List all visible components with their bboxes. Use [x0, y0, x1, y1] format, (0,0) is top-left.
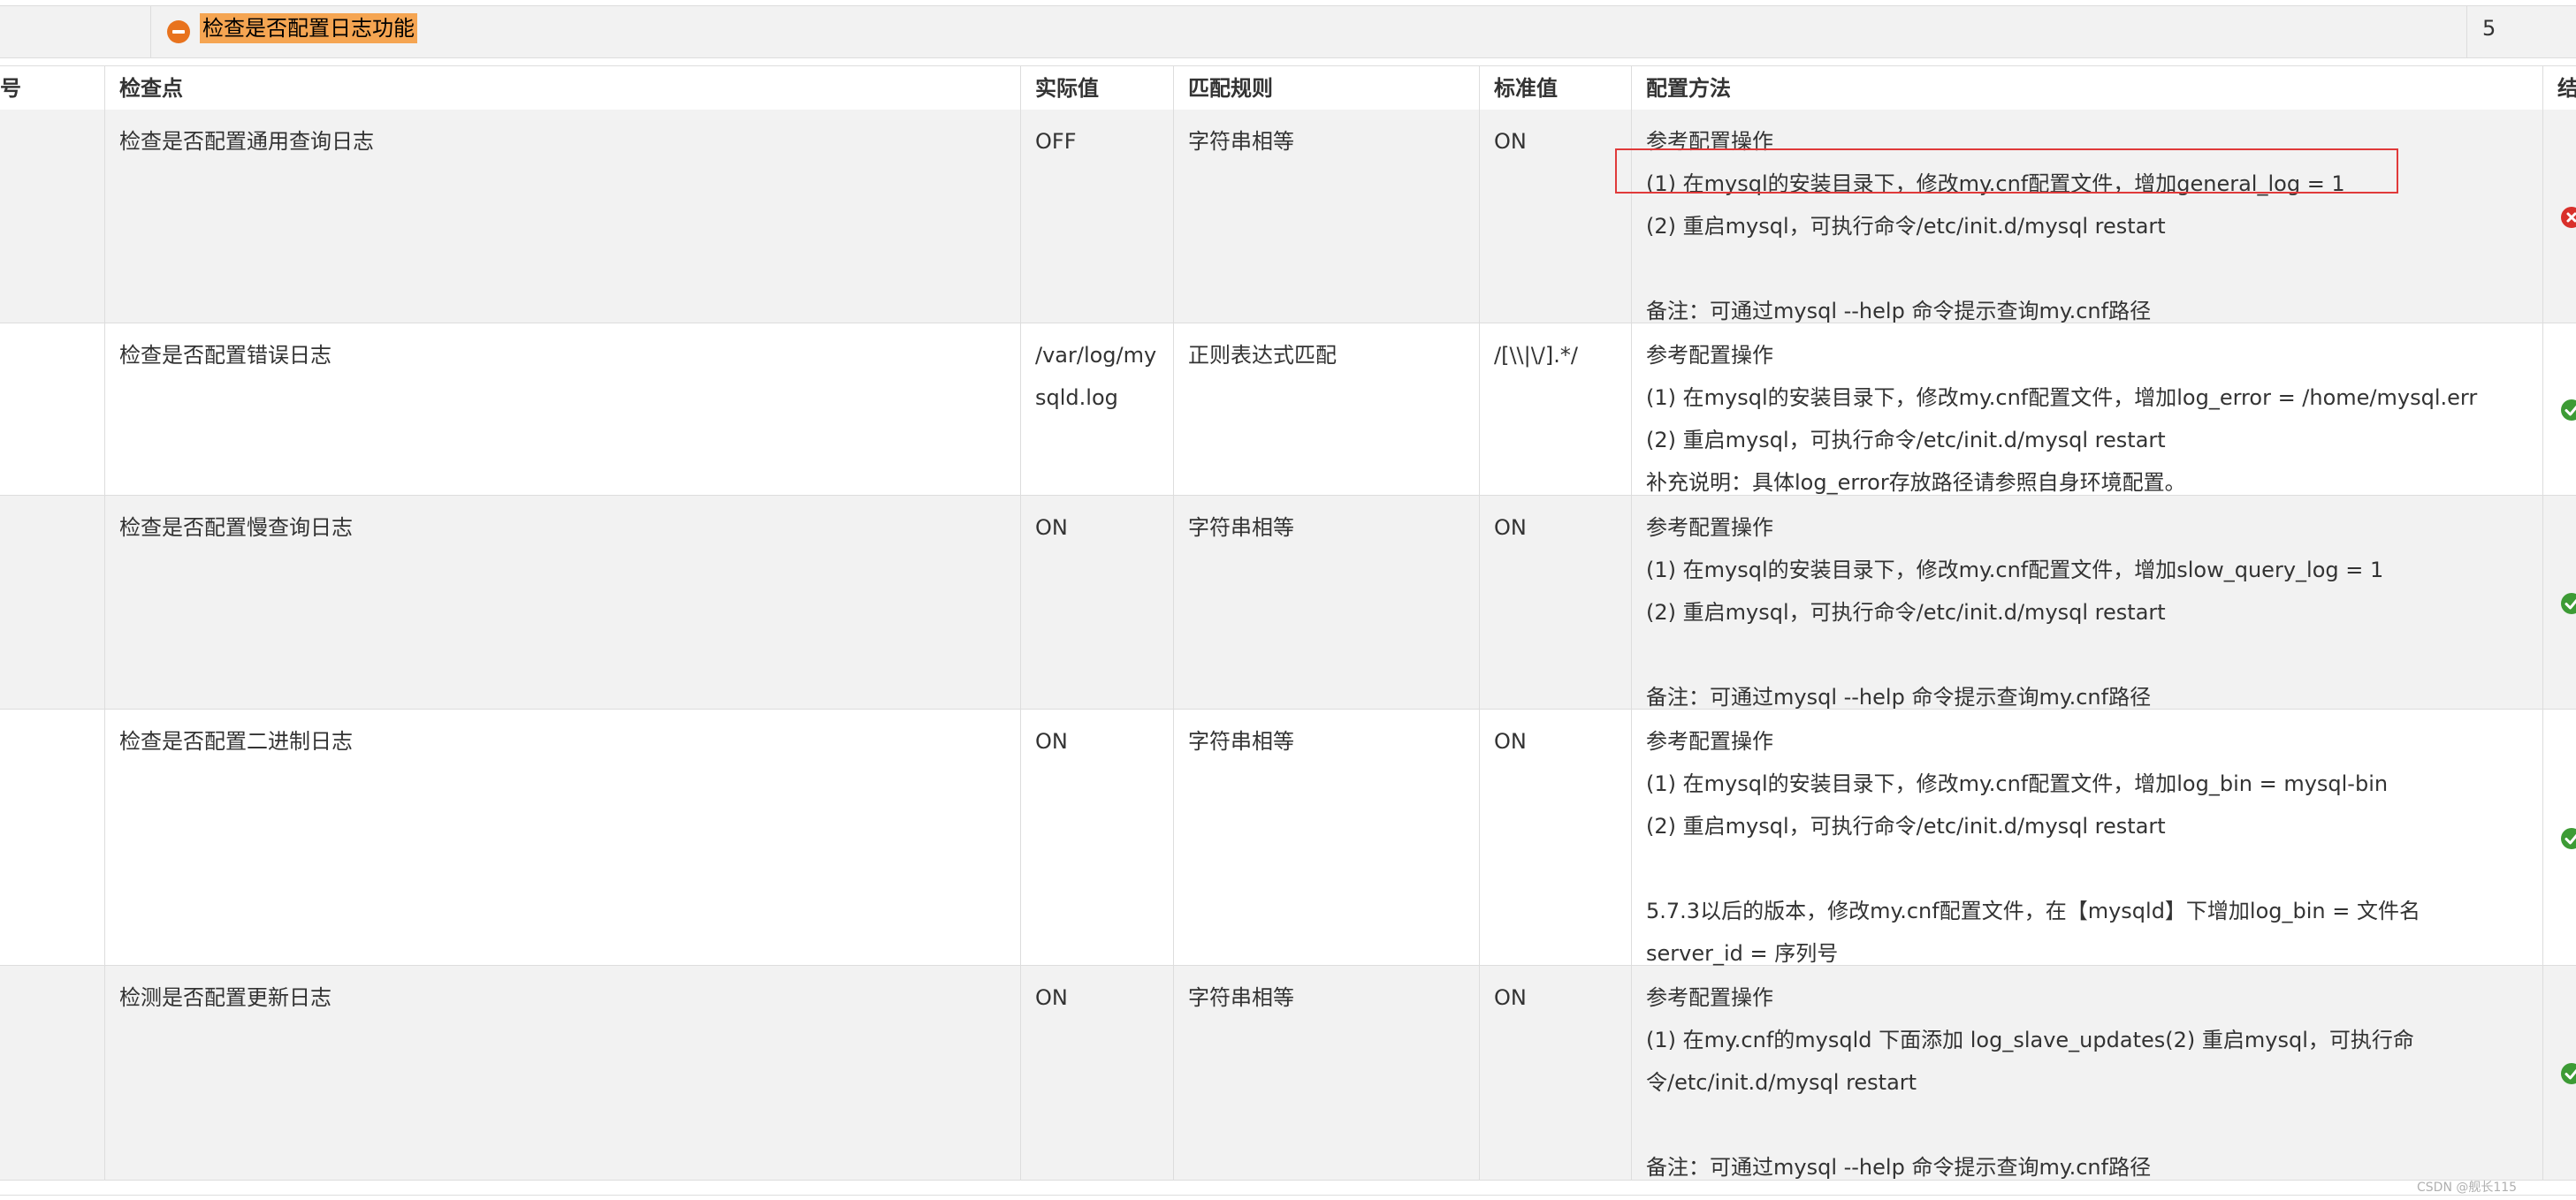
method-line [1646, 1104, 2414, 1146]
annotation-highlight-box [1615, 148, 2398, 194]
method-line: 参考配置操作 [1646, 985, 1773, 1010]
method-line [1646, 247, 2345, 290]
method-line: 5.7.3以后的版本，修改my.cnf配置文件，在【mysqld】下增加log_… [1646, 899, 2420, 923]
method-line: (2) 重启mysql，可执行命令/etc/init.d/mysql resta… [1646, 814, 2166, 839]
column-divider [1479, 65, 1480, 1181]
column-divider [1631, 65, 1632, 1181]
config-method-cell: 参考配置操作 (1) 在my.cnf的mysqld 下面添加 log_slave… [1632, 976, 2414, 1189]
table-row: 检查是否配置错误日志 /var/log/my sqld.log 正则表达式匹配 … [0, 323, 2576, 496]
divider [150, 6, 151, 57]
match-rule-cell: 字符串相等 [1188, 129, 1294, 154]
column-header-rule: 匹配规则 [1188, 76, 1273, 101]
column-header-standard: 标准值 [1494, 76, 1558, 101]
table-row: 检查是否配置慢查询日志 ON 字符串相等 ON 参考配置操作 (1) 在mysq… [0, 496, 2576, 710]
check-point-cell: 检查是否配置慢查询日志 [119, 515, 353, 540]
table-row: 检测是否配置更新日志 ON 字符串相等 ON 参考配置操作 (1) 在my.cn… [0, 966, 2576, 1181]
section-title: 检查是否配置日志功能 [200, 13, 417, 43]
check-point-cell: 检查是否配置二进制日志 [119, 729, 353, 754]
match-rule-cell: 字符串相等 [1188, 515, 1294, 540]
method-line: (1) 在mysql的安装目录下，修改my.cnf配置文件，增加slow_que… [1646, 558, 2384, 582]
method-line: (1) 在my.cnf的mysqld 下面添加 log_slave_update… [1646, 1028, 2414, 1052]
actual-value-line: OFF [1035, 129, 1077, 154]
column-divider [104, 65, 105, 1181]
column-header-actual: 实际值 [1035, 76, 1099, 101]
actual-value-line: /var/log/my [1035, 343, 1157, 368]
actual-value-line: ON [1035, 985, 1068, 1010]
section-count: 5 [2482, 16, 2496, 41]
pass-check-icon [2561, 399, 2576, 421]
watermark: CSDN @舰长115 [2417, 1181, 2518, 1195]
fail-x-icon [2561, 207, 2576, 228]
method-line: 备注：可通过mysql --help 命令提示查询my.cnf路径 [1646, 1155, 2152, 1180]
standard-value-cell: ON [1494, 129, 1527, 154]
check-point-cell: 检测是否配置更新日志 [119, 985, 332, 1010]
method-line [1646, 847, 2420, 890]
config-method-cell: 参考配置操作 (1) 在mysql的安装目录下，修改my.cnf配置文件，增加s… [1632, 506, 2383, 718]
column-divider [1020, 65, 1021, 1181]
method-line: 参考配置操作 [1646, 729, 1773, 754]
pass-check-icon [2561, 1063, 2576, 1084]
actual-value-cell: OFF [1021, 120, 1077, 163]
minus-circle-icon[interactable] [167, 20, 190, 43]
check-point-cell: 检查是否配置通用查询日志 [119, 129, 374, 154]
method-line: (1) 在mysql的安装目录下，修改my.cnf配置文件，增加log_erro… [1646, 385, 2478, 410]
column-header-result: 结 [2557, 76, 2576, 101]
actual-value-cell: ON [1021, 506, 1068, 549]
method-line: 参考配置操作 [1646, 515, 1773, 540]
actual-value-line: ON [1035, 729, 1068, 754]
column-header-check-point: 检查点 [119, 76, 183, 101]
method-line: (2) 重启mysql，可执行命令/etc/init.d/mysql resta… [1646, 214, 2166, 239]
actual-value-cell: /var/log/my sqld.log [1021, 334, 1156, 419]
actual-value-cell: ON [1021, 720, 1068, 763]
divider [0, 1195, 2576, 1196]
check-point-cell: 检查是否配置错误日志 [119, 343, 332, 368]
method-line: (2) 重启mysql，可执行命令/etc/init.d/mysql resta… [1646, 600, 2166, 625]
method-line: (1) 在mysql的安装目录下，修改my.cnf配置文件，增加log_bin … [1646, 771, 2389, 796]
column-divider [2542, 65, 2543, 1181]
method-line [1646, 634, 2383, 676]
method-line: 令/etc/init.d/mysql restart [1646, 1070, 1917, 1095]
actual-value-line: ON [1035, 515, 1068, 540]
config-method-cell: 参考配置操作 (1) 在mysql的安装目录下，修改my.cnf配置文件，增加l… [1632, 334, 2477, 504]
standard-value-cell: /[\\|\/].*/ [1494, 343, 1578, 368]
match-rule-cell: 正则表达式匹配 [1188, 343, 1337, 368]
standard-value-cell: ON [1494, 515, 1527, 540]
table-row: 检查是否配置通用查询日志 OFF 字符串相等 ON 参考配置操作 (1) 在my… [0, 110, 2576, 323]
table-row: 检查是否配置二进制日志 ON 字符串相等 ON 参考配置操作 (1) 在mysq… [0, 710, 2576, 966]
match-rule-cell: 字符串相等 [1188, 729, 1294, 754]
standard-value-cell: ON [1494, 729, 1527, 754]
method-line: (2) 重启mysql，可执行命令/etc/init.d/mysql resta… [1646, 428, 2166, 452]
column-header-method: 配置方法 [1646, 76, 1731, 101]
standard-value-cell: ON [1494, 985, 1527, 1010]
column-divider [1173, 65, 1174, 1181]
check-results-table: 号 检查点 实际值 匹配规则 标准值 配置方法 结 检查是否配置通用查询日志 O… [0, 65, 2576, 1181]
column-header-index: 号 [0, 76, 21, 101]
method-line: 参考配置操作 [1646, 343, 1773, 368]
pass-check-icon [2561, 828, 2576, 849]
config-method-cell: 参考配置操作 (1) 在mysql的安装目录下，修改my.cnf配置文件，增加l… [1632, 720, 2420, 975]
match-rule-cell: 字符串相等 [1188, 985, 1294, 1010]
pass-check-icon [2561, 593, 2576, 614]
actual-value-cell: ON [1021, 976, 1068, 1019]
actual-value-line: sqld.log [1035, 385, 1118, 410]
table-header-row: 号 检查点 实际值 匹配规则 标准值 配置方法 结 [0, 65, 2576, 111]
divider [2466, 6, 2467, 57]
